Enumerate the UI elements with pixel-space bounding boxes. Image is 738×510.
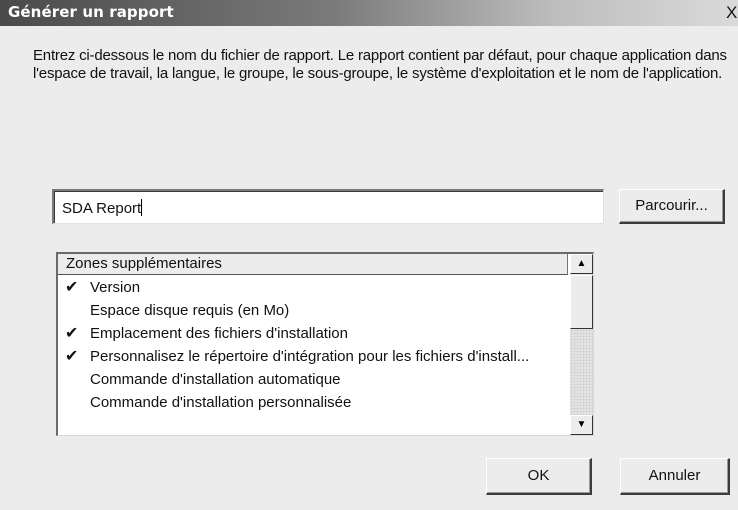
report-name-input[interactable]: SDA Report [52, 189, 604, 224]
list-rows: ✔ Version Espace disque requis (en Mo) ✔ Emp… [58, 276, 568, 414]
list-item-label: Espace disque requis (en Mo) [90, 302, 290, 319]
scroll-thumb[interactable] [570, 275, 593, 329]
dialog-title: Générer un rapport [8, 3, 174, 21]
list-item-label: Commande d'installation personnalisée [90, 394, 352, 411]
list-item[interactable]: Espace disque requis (en Mo) [58, 299, 568, 322]
list-item[interactable]: Commande d'installation automatique [58, 368, 568, 391]
list-item-label: Version [90, 279, 141, 296]
dialog-description: Entrez ci-dessous le nom du fichier de r… [33, 47, 727, 82]
generate-report-dialog: Générer un rapport X Entrez ci-dessous l… [0, 0, 738, 510]
list-scrollbar[interactable]: ▲ ▼ [570, 254, 593, 435]
list-item-label: Personnalisez le répertoire d'intégratio… [90, 348, 530, 365]
checkmark-icon: ✔ [65, 348, 79, 365]
title-bar[interactable]: Générer un rapport X [0, 0, 738, 26]
list-item-label: Commande d'installation automatique [90, 371, 341, 388]
report-name-value: SDA Report [62, 200, 142, 217]
scroll-up-button[interactable]: ▲ [570, 254, 593, 274]
list-item[interactable]: ✔ Personnalisez le répertoire d'intégrati… [58, 345, 568, 368]
text-caret [141, 199, 143, 216]
cancel-button[interactable]: Annuler [620, 458, 730, 495]
list-item-label: Emplacement des fichiers d'installation [90, 325, 348, 342]
list-header[interactable]: Zones supplémentaires [58, 254, 568, 275]
close-button[interactable]: X [726, 4, 738, 22]
checkmark-icon: ✔ [65, 325, 79, 342]
additional-fields-list[interactable]: Zones supplémentaires ✔ Version Espace dis… [56, 252, 594, 436]
list-item[interactable]: ✔ Version [58, 276, 568, 299]
checkmark-icon: ✔ [65, 279, 79, 296]
scroll-down-button[interactable]: ▼ [570, 415, 593, 435]
list-item[interactable]: Commande d'installation personnalisée [58, 391, 568, 414]
list-item[interactable]: ✔ Emplacement des fichiers d'installation [58, 322, 568, 345]
browse-button[interactable]: Parcourir... [619, 189, 725, 224]
ok-button[interactable]: OK [486, 458, 592, 495]
